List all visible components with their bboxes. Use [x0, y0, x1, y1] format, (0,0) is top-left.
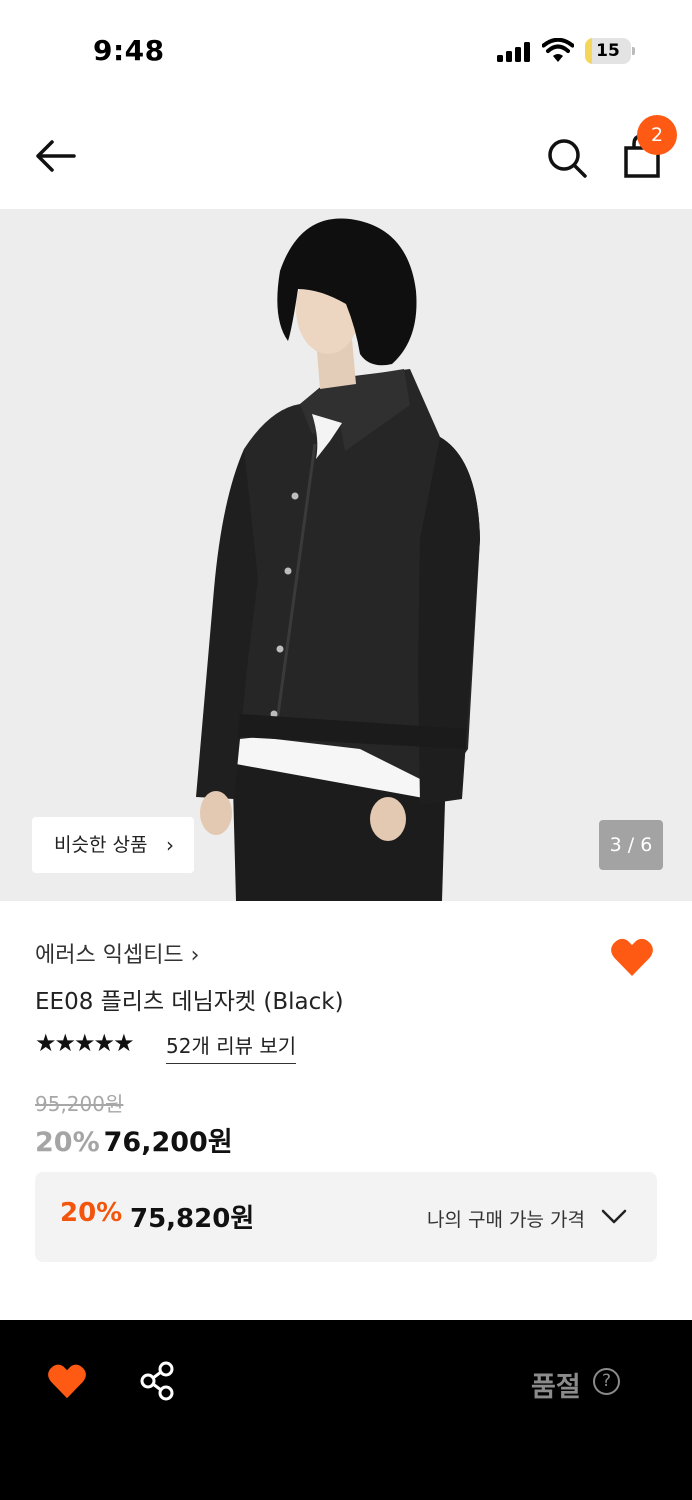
search-icon[interactable]	[543, 134, 591, 182]
status-time: 9:48	[93, 34, 165, 67]
wifi-icon	[542, 38, 574, 62]
review-link[interactable]: 52개 리뷰 보기	[166, 1030, 297, 1064]
cellular-signal-icon	[497, 42, 531, 62]
brand-link[interactable]: 에러스 익셉티드 ›	[35, 937, 199, 969]
product-image-gallery[interactable]: 비슷한 상품 › 3 / 6	[0, 209, 692, 901]
star-rating: ★★★★★	[35, 1029, 135, 1057]
battery-level: 15	[596, 41, 620, 61]
product-photo	[0, 209, 692, 901]
original-price: 95,200원	[35, 1092, 124, 1116]
heart-icon[interactable]	[47, 1362, 87, 1400]
battery-icon: 15	[585, 38, 635, 64]
discount-rate: 20%	[35, 1127, 100, 1158]
similar-products-button[interactable]: 비슷한 상품 ›	[32, 817, 194, 873]
heart-icon[interactable]	[610, 936, 654, 978]
my-price-amount: 75,820원	[130, 1204, 255, 1234]
discounted-price: 76,200원	[103, 1127, 233, 1158]
sold-out-label: 품절	[531, 1372, 581, 1403]
top-navigation-bar: 2	[0, 110, 692, 205]
help-circle-icon[interactable]: ?	[593, 1368, 620, 1395]
my-purchase-price-toggle[interactable]: 20% 75,820원 나의 구매 가능 가격	[35, 1172, 657, 1262]
product-name: EE08 플리츠 데님자켓 (Black)	[35, 989, 344, 1015]
cart-count-badge: 2	[637, 115, 677, 155]
my-price-label: 나의 구매 가능 가격	[427, 1209, 585, 1231]
similar-products-label: 비슷한 상품	[54, 834, 148, 856]
status-bar: 9:48 15	[0, 0, 692, 100]
chevron-right-icon: ›	[166, 833, 174, 857]
image-counter: 3 / 6	[599, 820, 663, 870]
chevron-down-icon	[601, 1209, 627, 1224]
back-arrow-icon[interactable]	[30, 135, 82, 177]
bottom-action-bar: 품절 ?	[0, 1320, 692, 1500]
share-icon[interactable]	[138, 1360, 178, 1402]
sale-price: 20% 76,200원	[35, 1120, 233, 1159]
my-discount-rate: 20%	[60, 1198, 123, 1228]
